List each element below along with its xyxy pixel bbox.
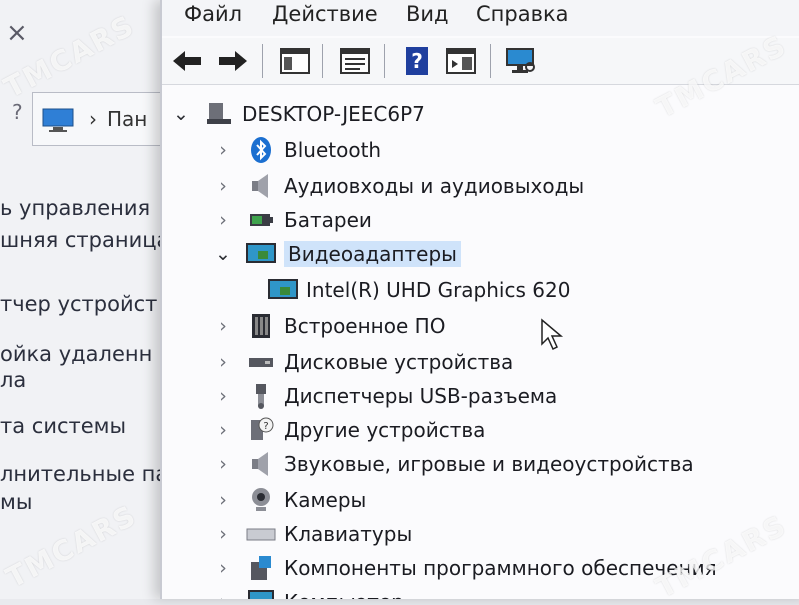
chevron-right-icon[interactable]: › (212, 557, 234, 579)
chevron-down-icon[interactable]: ⌄ (170, 103, 192, 125)
chevron-right-icon[interactable]: › (212, 591, 234, 599)
display-adapter-icon (268, 276, 298, 304)
link-remote-settings[interactable]: ойка удаленн (0, 342, 152, 366)
tree-item-display-adapters[interactable]: ⌄ Видеоадаптеры (212, 238, 461, 270)
menu-action[interactable]: Действие (272, 2, 378, 26)
close-icon[interactable]: × (6, 18, 28, 48)
tree-item-cameras[interactable]: › Камеры (212, 484, 366, 516)
menu-view[interactable]: Вид (406, 2, 449, 26)
usb-icon (246, 382, 276, 410)
unknown-device-icon: ? (246, 416, 276, 444)
svg-text:?: ? (263, 421, 268, 432)
chevron-right-icon[interactable]: › (212, 419, 234, 441)
sound-device-icon (246, 450, 276, 478)
disk-drive-icon (246, 348, 276, 376)
chevron-right-icon[interactable]: › (212, 209, 234, 231)
tree-item-audio-inputs-outputs[interactable]: › Аудиовходы и аудиовыходы (212, 170, 584, 202)
tree-item-software-components[interactable]: › Компоненты программного обеспечения (212, 552, 717, 584)
chevron-right-icon[interactable]: › (212, 385, 234, 407)
tree-item-keyboards[interactable]: › Клавиатуры (212, 518, 412, 550)
tree-item-computer[interactable]: › Компьютер (212, 586, 404, 599)
menu-help[interactable]: Справка (476, 2, 569, 26)
computer-icon (204, 100, 234, 128)
firmware-icon (246, 312, 276, 340)
keyboard-icon (246, 520, 276, 548)
link-advanced-settings[interactable]: лнительные па (0, 462, 168, 486)
software-component-icon (246, 554, 276, 582)
computer-icon (246, 588, 276, 599)
chevron-right-icon[interactable]: › (212, 175, 234, 197)
bluetooth-icon (246, 136, 276, 164)
tree-item-other-devices[interactable]: › ? Другие устройства (212, 414, 485, 446)
computer-icon (41, 107, 75, 132)
chevron-right-icon[interactable]: › (212, 351, 234, 373)
chevron-down-icon[interactable]: ⌄ (212, 243, 234, 265)
link-advanced-settings-line2[interactable]: мы (0, 490, 32, 514)
breadcrumb[interactable]: Пан (107, 107, 147, 131)
tree-item-bluetooth[interactable]: › Bluetooth (212, 134, 381, 166)
tree-item-usb-controllers[interactable]: › Диспетчеры USB-разъема (212, 380, 557, 412)
action-pane-icon[interactable] (444, 44, 478, 78)
menu-file[interactable]: Файл (184, 2, 242, 26)
camera-icon (246, 486, 276, 514)
help-icon[interactable]: ? (400, 44, 434, 78)
console-tree-icon[interactable] (278, 44, 312, 78)
link-remote-settings-line2[interactable]: ла (0, 368, 26, 392)
menu-bar: Файл Действие Вид Справка (162, 0, 799, 36)
chevron-right-icon[interactable]: › (212, 523, 234, 545)
tree-root-label: DESKTOP-JEEC6P7 (242, 102, 425, 126)
tree-item-sound-video-game[interactable]: › Звуковые, игровые и видеоустройства (212, 448, 694, 480)
tree-root[interactable]: ⌄ DESKTOP-JEEC6P7 (170, 98, 425, 130)
link-system-protection[interactable]: та системы (0, 414, 126, 438)
svg-text:?: ? (411, 49, 423, 73)
chevron-right-icon[interactable]: › (212, 139, 234, 161)
speaker-icon (246, 172, 276, 200)
address-bar[interactable]: › Пан (32, 92, 175, 146)
tree-item-batteries[interactable]: › Батареи (212, 204, 372, 236)
link-control-panel-home[interactable]: ь управления (0, 196, 150, 220)
scan-hardware-icon[interactable] (504, 44, 538, 78)
chevron-right-icon[interactable]: › (212, 315, 234, 337)
chevron-right-icon: › (89, 107, 97, 131)
link-home-page[interactable]: шняя страница (0, 228, 169, 252)
display-adapter-icon (246, 240, 276, 268)
forward-arrow-icon[interactable] (216, 44, 250, 78)
mouse-cursor-icon (540, 318, 564, 356)
tree-item-disk-drives[interactable]: › Дисковые устройства (212, 346, 513, 378)
chevron-right-icon[interactable]: › (212, 453, 234, 475)
back-arrow-icon[interactable] (170, 44, 204, 78)
battery-icon (246, 206, 276, 234)
tree-item-intel-uhd-620[interactable]: Intel(R) UHD Graphics 620 (256, 274, 570, 306)
tree-item-firmware[interactable]: › Встроенное ПО (212, 310, 445, 342)
chevron-right-icon[interactable]: › (212, 489, 234, 511)
properties-icon[interactable] (338, 44, 372, 78)
link-device-manager[interactable]: тчер устройст (0, 292, 157, 316)
